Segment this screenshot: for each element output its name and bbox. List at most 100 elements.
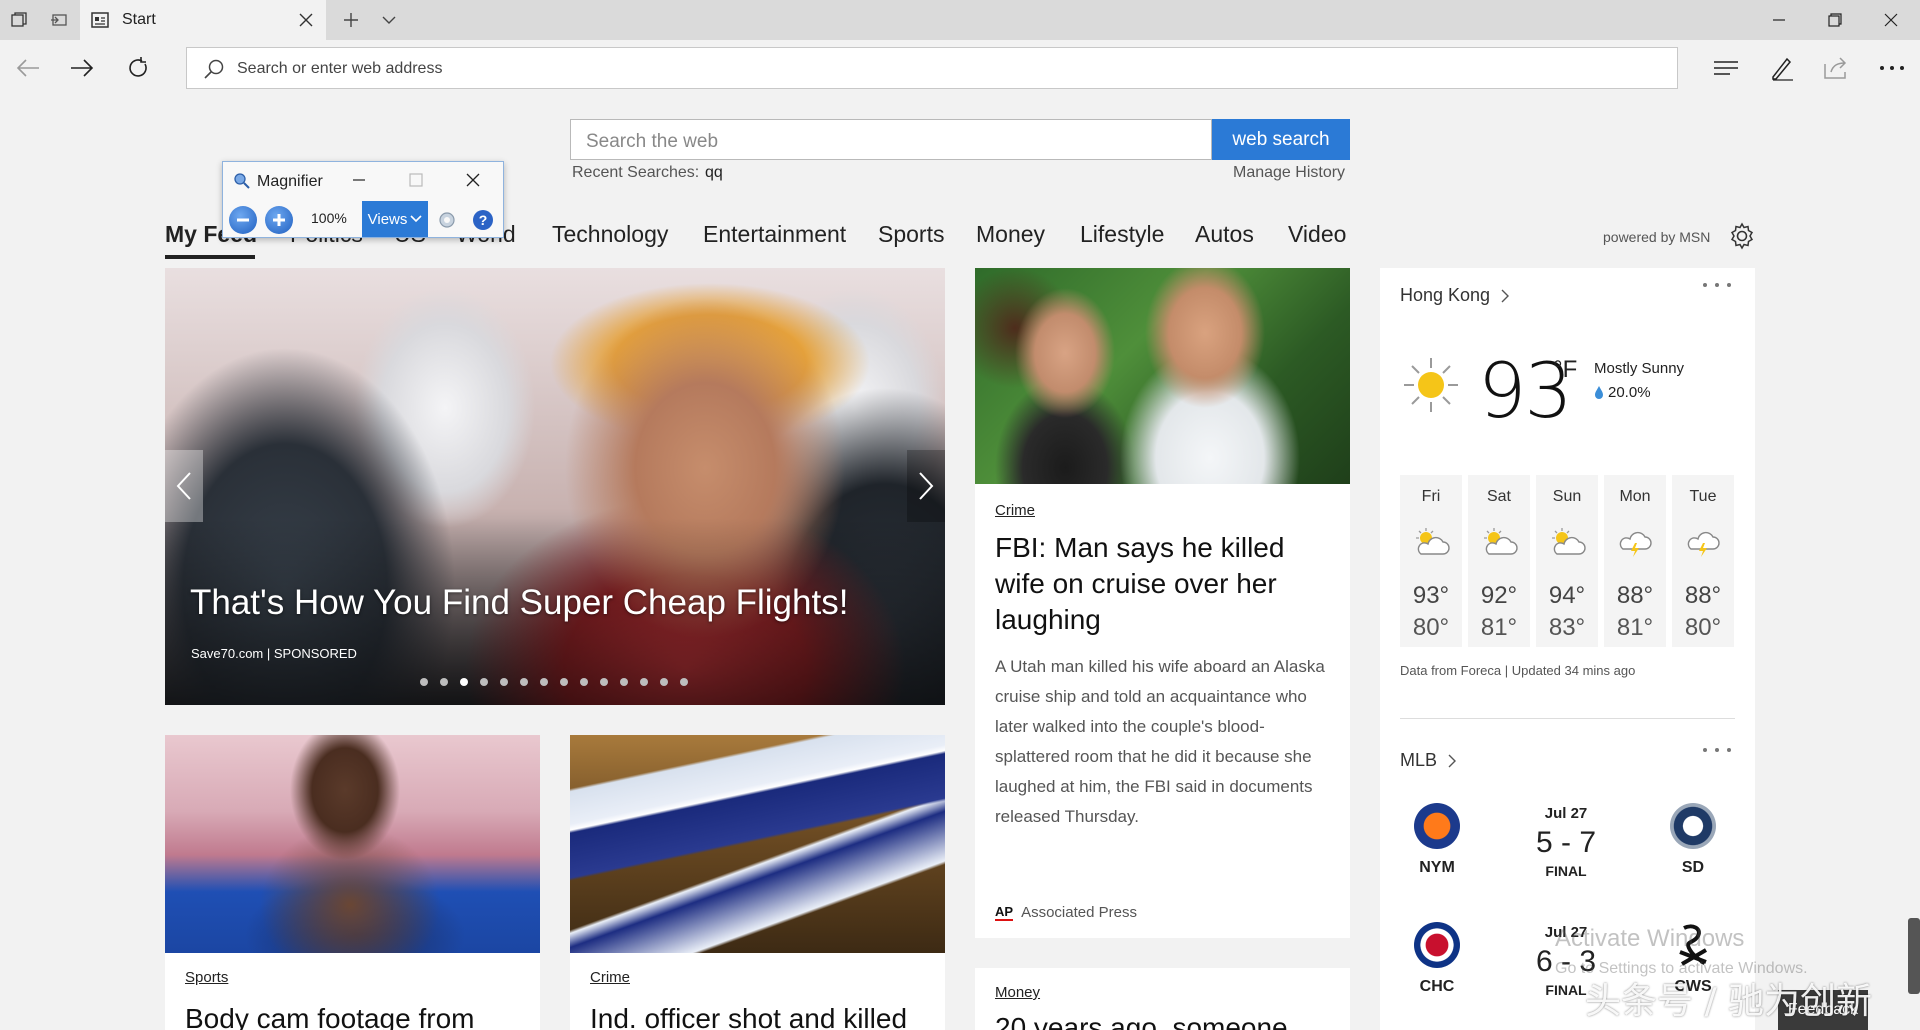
weather-location[interactable]: Hong Kong <box>1400 285 1510 306</box>
carousel-dot[interactable] <box>600 678 608 686</box>
web-search-button[interactable]: web search <box>1212 119 1350 160</box>
carousel-dot[interactable] <box>480 678 488 686</box>
article-card-money[interactable]: Money 20 years ago, someone <box>975 968 1350 1030</box>
weather-more-icon[interactable] <box>1702 282 1732 288</box>
carousel-prev-button[interactable] <box>165 450 203 522</box>
share-icon[interactable] <box>1820 52 1852 84</box>
article-card-crime[interactable]: Crime Ind. officer shot and killed <box>570 735 945 1030</box>
tab-sports[interactable]: Sports <box>878 221 944 248</box>
game-score[interactable]: 5 - 7 <box>1521 826 1611 860</box>
temperature-unit[interactable]: °F <box>1553 356 1577 384</box>
set-aside-tabs-icon[interactable] <box>48 9 70 31</box>
forward-button[interactable] <box>66 52 98 84</box>
team-home[interactable]: SD <box>1658 803 1728 877</box>
tab-lifestyle[interactable]: Lifestyle <box>1080 221 1164 248</box>
article-source: AP Associated Press <box>995 904 1137 921</box>
new-tab-icon[interactable] <box>340 9 362 31</box>
restore-button[interactable] <box>1808 0 1862 40</box>
svg-text:?: ? <box>479 212 488 228</box>
minimize-button[interactable] <box>1752 0 1806 40</box>
forecast-day[interactable]: Mon 88° 81° <box>1604 475 1666 647</box>
article-headline[interactable]: FBI: Man says he killed wife on cruise o… <box>995 530 1315 638</box>
article-image[interactable] <box>975 268 1350 484</box>
gear-icon[interactable] <box>1728 222 1756 250</box>
carousel-dot[interactable] <box>500 678 508 686</box>
carousel-dot[interactable] <box>680 678 688 686</box>
article-image[interactable] <box>165 735 540 953</box>
carousel-dot[interactable] <box>660 678 668 686</box>
carousel-dot[interactable] <box>640 678 648 686</box>
mlb-more-icon[interactable] <box>1702 747 1732 753</box>
back-button[interactable] <box>12 52 44 84</box>
tab-autos[interactable]: Autos <box>1195 221 1254 248</box>
mlb-header[interactable]: MLB <box>1400 750 1457 771</box>
article-headline[interactable]: 20 years ago, someone <box>995 1012 1288 1030</box>
forecast-day[interactable]: Tue 88° 80° <box>1672 475 1734 647</box>
carousel-dot[interactable] <box>420 678 428 686</box>
carousel-dot[interactable] <box>540 678 548 686</box>
forecast-low: 81° <box>1480 614 1518 641</box>
article-card-fbi[interactable]: Crime FBI: Man says he killed wife on cr… <box>975 268 1350 938</box>
refresh-button[interactable] <box>122 52 154 84</box>
carousel-dot[interactable] <box>580 678 588 686</box>
tab-money[interactable]: Money <box>976 221 1045 248</box>
magnifier-window[interactable]: Magnifier 100% Views ? <box>222 161 504 238</box>
tab-entertainment[interactable]: Entertainment <box>703 221 846 248</box>
tab-video[interactable]: Video <box>1288 221 1346 248</box>
carousel-dot[interactable] <box>520 678 528 686</box>
partly-sunny-icon <box>1484 528 1518 555</box>
views-dropdown[interactable]: Views <box>362 201 428 237</box>
tab-preview-chevron-icon[interactable] <box>378 9 400 31</box>
tab-start[interactable]: Start <box>80 0 326 40</box>
carousel-next-button[interactable] <box>907 450 945 522</box>
forecast-low: 80° <box>1412 614 1450 641</box>
close-window-button[interactable] <box>1864 0 1918 40</box>
forecast-day[interactable]: Sun 94° 83° <box>1536 475 1598 647</box>
zoom-in-button[interactable] <box>265 206 293 234</box>
category-tag[interactable]: Crime <box>995 502 1035 519</box>
hero-headline[interactable]: That's How You Find Super Cheap Flights! <box>190 583 848 623</box>
recent-search-item[interactable]: qq <box>705 164 723 182</box>
web-search-input[interactable]: Search the web <box>570 119 1212 160</box>
help-icon[interactable]: ? <box>472 209 494 231</box>
magnifier-minimize-button[interactable] <box>351 172 367 188</box>
tab-technology[interactable]: Technology <box>552 221 668 248</box>
article-card-sports[interactable]: Sports Body cam footage from <box>165 735 540 1030</box>
more-icon[interactable] <box>1876 52 1908 84</box>
scrollbar-thumb[interactable] <box>1908 918 1920 994</box>
category-tag[interactable]: Money <box>995 984 1040 1001</box>
manage-history-link[interactable]: Manage History <box>1233 164 1345 182</box>
zoom-out-button[interactable] <box>229 206 257 234</box>
tab-manager-icon[interactable] <box>8 9 30 31</box>
category-tag[interactable]: Crime <box>590 969 630 986</box>
forecast-high: 92° <box>1480 582 1518 609</box>
activate-windows-title: Activate Windows <box>1555 925 1745 952</box>
carousel-dot[interactable] <box>440 678 448 686</box>
article-image[interactable] <box>570 735 945 953</box>
carousel-dot[interactable] <box>620 678 628 686</box>
forecast-day[interactable]: Fri 93° 80° <box>1400 475 1462 647</box>
team-away[interactable]: NYM <box>1402 803 1472 877</box>
magnifier-options-icon[interactable] <box>437 210 457 230</box>
padres-logo-icon <box>1670 803 1716 849</box>
team-away[interactable]: CHC <box>1402 922 1472 996</box>
hero-source: Save70.com | SPONSORED <box>191 646 357 661</box>
magnifier-title: Magnifier <box>257 173 323 190</box>
close-tab-icon[interactable] <box>298 12 314 28</box>
article-headline[interactable]: Ind. officer shot and killed <box>590 1003 907 1030</box>
category-tag[interactable]: Sports <box>185 969 228 986</box>
magnifier-close-button[interactable] <box>465 172 481 188</box>
address-bar[interactable]: Search or enter web address <box>186 47 1678 89</box>
hub-icon[interactable] <box>1710 52 1742 84</box>
web-note-icon[interactable] <box>1766 52 1798 84</box>
forecast-low: 83° <box>1548 614 1586 641</box>
game-date: Jul 27 <box>1544 805 1588 822</box>
carousel-dot[interactable] <box>560 678 568 686</box>
carousel-dot-active[interactable] <box>460 678 468 686</box>
hero-carousel[interactable]: That's How You Find Super Cheap Flights!… <box>165 268 945 705</box>
views-label: Views <box>367 210 408 228</box>
article-headline[interactable]: Body cam footage from <box>185 1003 474 1030</box>
weather-data-source[interactable]: Data from Foreca | Updated 34 mins ago <box>1400 663 1635 678</box>
magnifier-maximize-button[interactable] <box>408 172 424 188</box>
forecast-day[interactable]: Sat 92° 81° <box>1468 475 1530 647</box>
